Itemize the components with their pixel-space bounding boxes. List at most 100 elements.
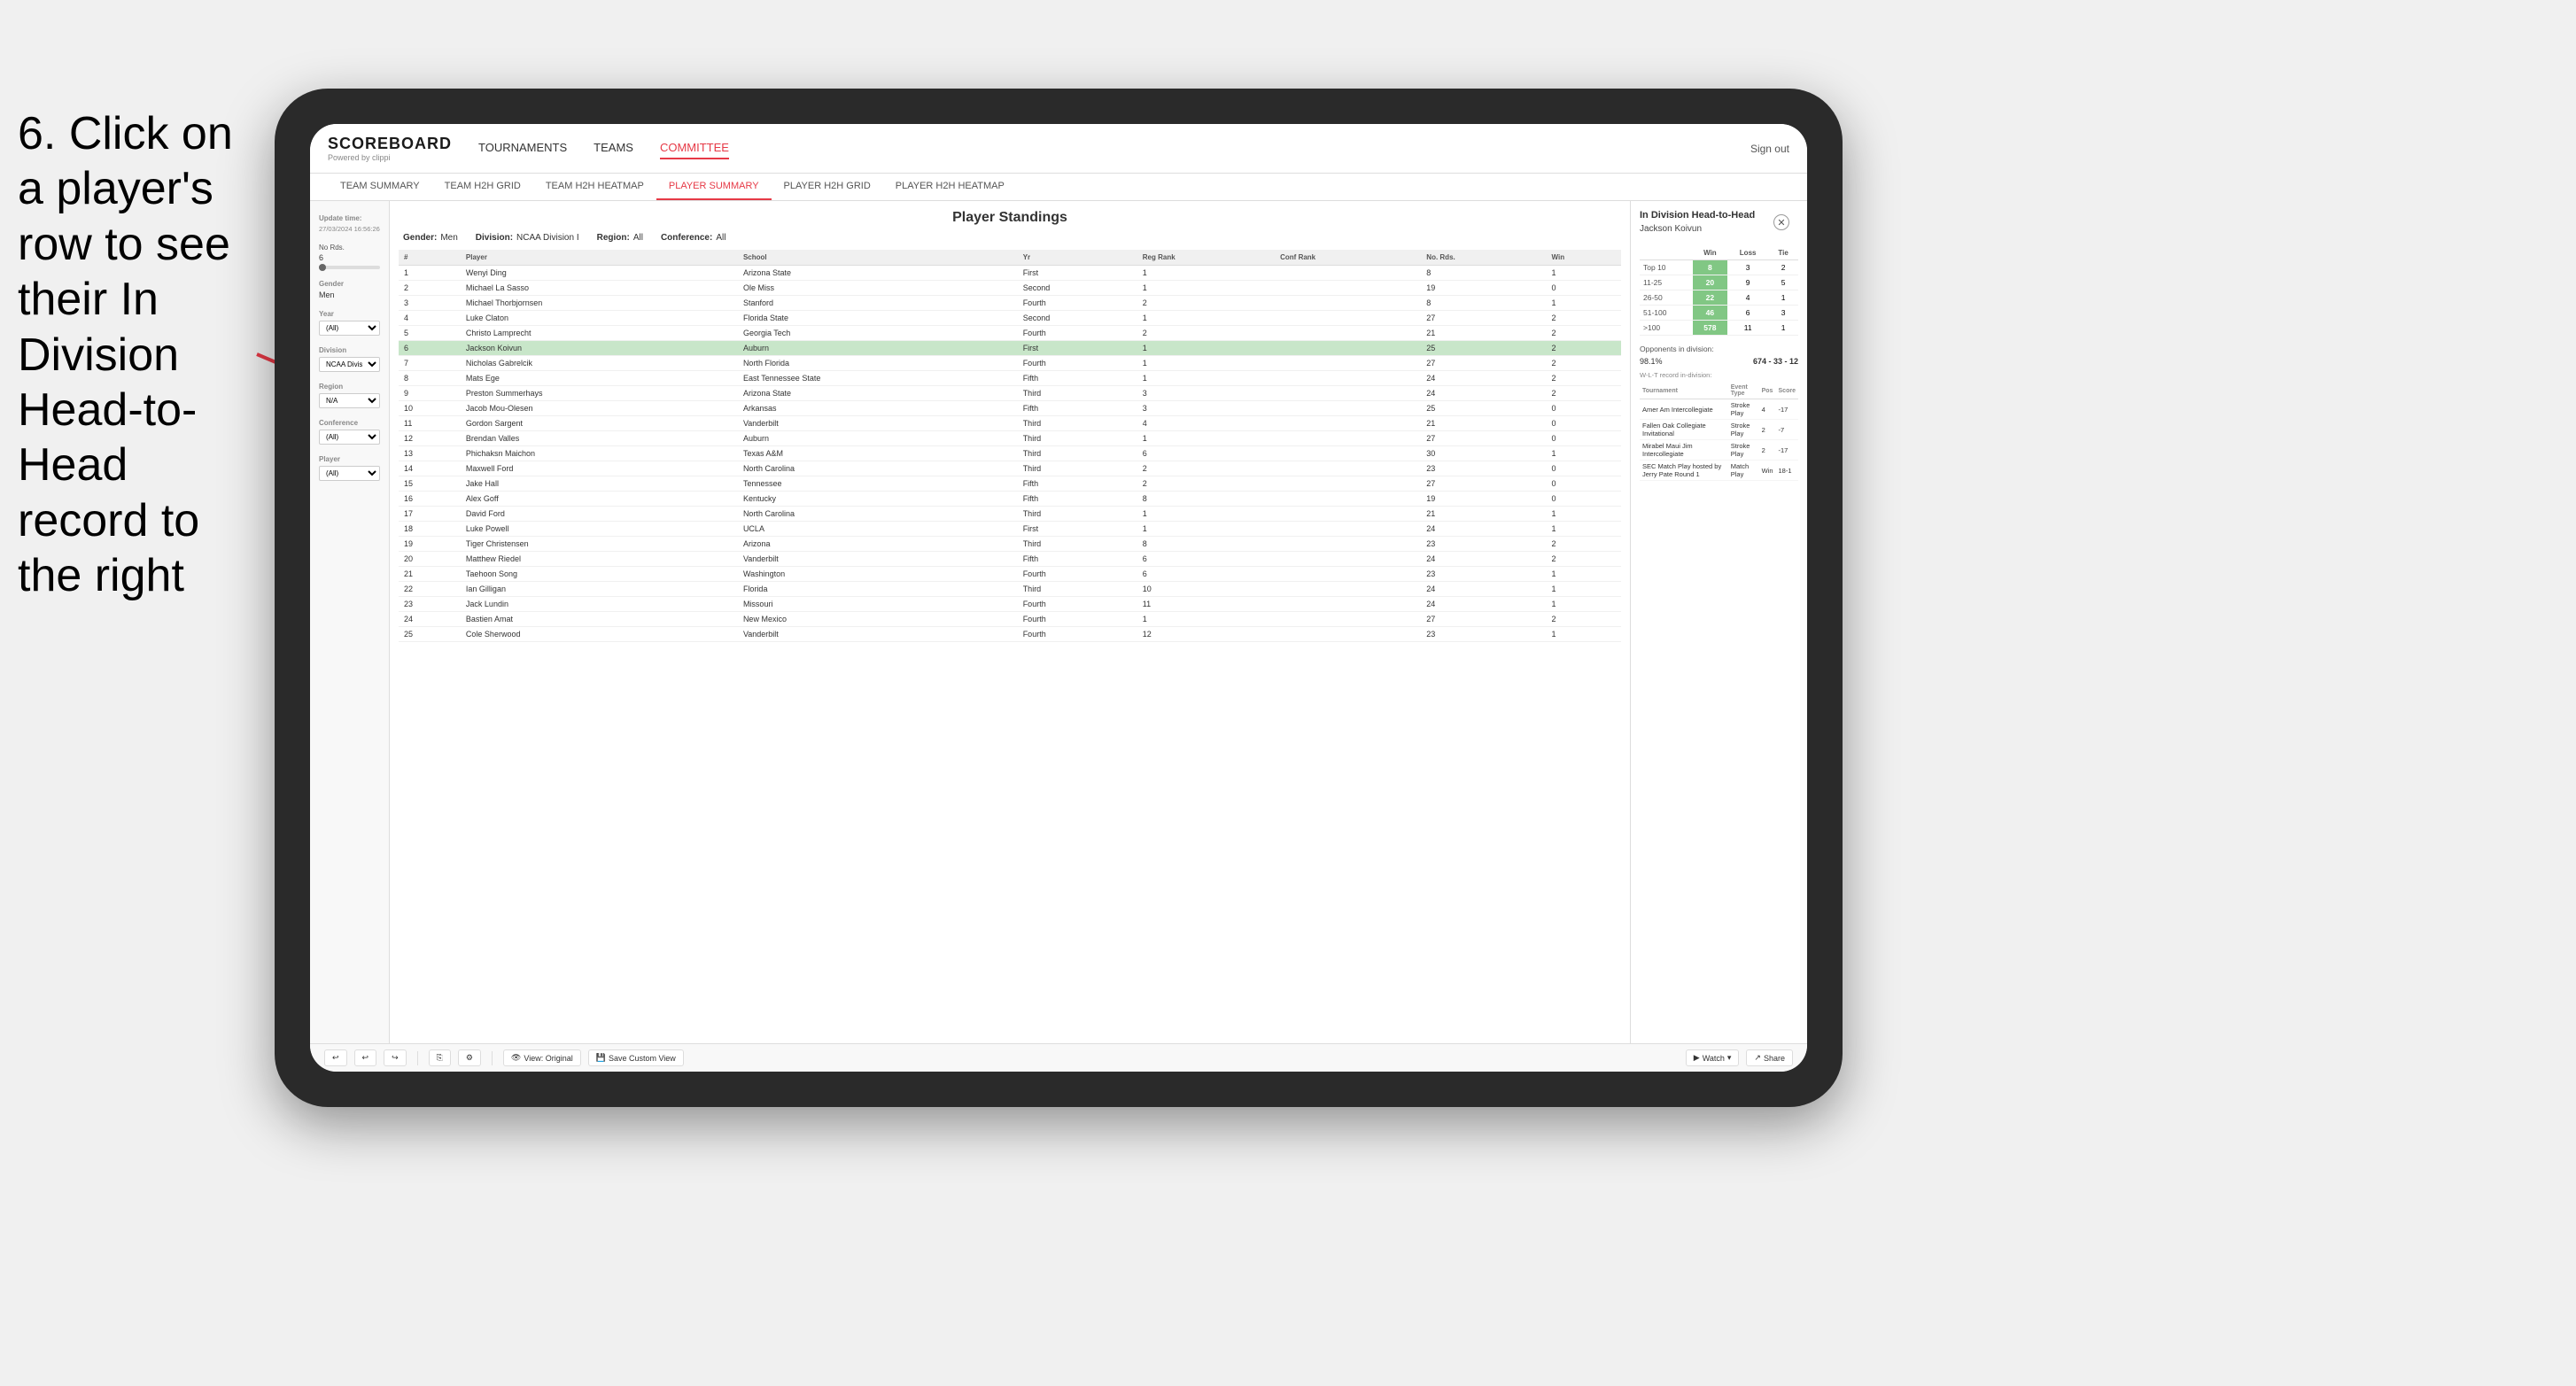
cell-rank: 23 [399,597,461,612]
table-row[interactable]: 1 Wenyi Ding Arizona State First 1 8 1 [399,266,1621,281]
tournament-row: Mirabel Maui Jim Intercollegiate Stroke … [1640,440,1798,461]
sign-out-link[interactable]: Sign out [1750,143,1789,155]
redo-button[interactable]: ↩ [354,1049,377,1066]
table-row[interactable]: 20 Matthew Riedel Vanderbilt Fifth 6 24 … [399,552,1621,567]
cell-reg-rank: 1 [1137,612,1275,627]
share-label: Share [1764,1054,1785,1063]
cell-conf-rank [1275,582,1421,597]
settings-button[interactable]: ⚙ [458,1049,481,1066]
table-row[interactable]: 5 Christo Lamprecht Georgia Tech Fourth … [399,326,1621,341]
cell-rank: 11 [399,416,461,431]
cell-player: David Ford [461,507,738,522]
cell-school: Georgia Tech [738,326,1018,341]
filter-row: Gender: Men Division: NCAA Division I Re… [399,233,1621,243]
table-row[interactable]: 7 Nicholas Gabrelcik North Florida Fourt… [399,356,1621,371]
cell-no-rds: 19 [1421,492,1546,507]
undo-button[interactable]: ↩ [324,1049,347,1066]
cell-reg-rank: 1 [1137,522,1275,537]
table-row[interactable]: 21 Taehoon Song Washington Fourth 6 23 1 [399,567,1621,582]
cell-no-rds: 21 [1421,416,1546,431]
tab-player-h2h-heatmap[interactable]: PLAYER H2H HEATMAP [883,174,1017,200]
cell-yr: Fourth [1018,296,1137,311]
table-row[interactable]: 22 Ian Gilligan Florida Third 10 24 1 [399,582,1621,597]
table-row[interactable]: 4 Luke Claton Florida State Second 1 27 … [399,311,1621,326]
table-row[interactable]: 18 Luke Powell UCLA First 1 24 1 [399,522,1621,537]
table-row[interactable]: 16 Alex Goff Kentucky Fifth 8 19 0 [399,492,1621,507]
cell-rank: 13 [399,446,461,461]
nav-right: Sign out [1750,143,1789,155]
cell-no-rds: 21 [1421,507,1546,522]
cell-win: 0 [1546,431,1621,446]
cell-conf-rank [1275,627,1421,642]
conference-select[interactable]: (All) [319,430,380,445]
cell-school: Texas A&M [738,446,1018,461]
h2h-player: Jackson Koivun [1640,224,1755,234]
cell-win: 2 [1546,371,1621,386]
table-row[interactable]: 23 Jack Lundin Missouri Fourth 11 24 1 [399,597,1621,612]
cell-school: Washington [738,567,1018,582]
save-custom-button[interactable]: 💾 Save Custom View [588,1049,684,1066]
year-select[interactable]: (All) [319,321,380,336]
cell-win: 0 [1546,461,1621,476]
cell-win: 0 [1546,476,1621,492]
filter-region: Region: All [597,233,643,243]
cell-win: 0 [1546,416,1621,431]
share-button[interactable]: ↗ Share [1746,1049,1793,1066]
table-row[interactable]: 15 Jake Hall Tennessee Fifth 2 27 0 [399,476,1621,492]
tournament-row: Amer Am Intercollegiate Stroke Play 4 -1… [1640,399,1798,420]
rds-slider-track[interactable] [319,266,380,269]
opponents-section: Opponents in division: [1640,345,1798,353]
nav-committee[interactable]: COMMITTEE [660,137,729,159]
nav-tournaments[interactable]: TOURNAMENTS [478,137,567,159]
tab-team-h2h-heatmap[interactable]: TEAM H2H HEATMAP [533,174,656,200]
view-original-button[interactable]: 👁 View: Original [503,1049,581,1066]
forward-button[interactable]: ↪ [384,1049,407,1066]
table-row[interactable]: 13 Phichaksn Maichon Texas A&M Third 6 3… [399,446,1621,461]
cell-no-rds: 24 [1421,371,1546,386]
table-row[interactable]: 19 Tiger Christensen Arizona Third 8 23 … [399,537,1621,552]
player-select[interactable]: (All) [319,466,380,481]
table-row[interactable]: 8 Mats Ege East Tennessee State Fifth 1 … [399,371,1621,386]
table-row[interactable]: 11 Gordon Sargent Vanderbilt Third 4 21 … [399,416,1621,431]
h2h-table-header: Win Loss Tie [1640,246,1798,260]
cell-school: Vanderbilt [738,552,1018,567]
division-select[interactable]: NCAA Division I [319,357,380,372]
rds-slider-thumb[interactable] [319,264,326,271]
cell-school: Kentucky [738,492,1018,507]
table-row[interactable]: 2 Michael La Sasso Ole Miss Second 1 19 … [399,281,1621,296]
sidebar-conference: Conference (All) [319,419,380,445]
table-row[interactable]: 24 Bastien Amat New Mexico Fourth 1 27 2 [399,612,1621,627]
cell-yr: Third [1018,461,1137,476]
table-row[interactable]: 17 David Ford North Carolina Third 1 21 … [399,507,1621,522]
table-row[interactable]: 14 Maxwell Ford North Carolina Third 2 2… [399,461,1621,476]
cell-school: Arizona State [738,386,1018,401]
tab-team-summary[interactable]: TEAM SUMMARY [328,174,432,200]
t-col-score: Score [1776,383,1798,399]
t-name: Amer Am Intercollegiate [1640,399,1728,420]
t-name: Fallen Oak Collegiate Invitational [1640,420,1728,440]
t-score: -17 [1776,440,1798,461]
nav-teams[interactable]: TEAMS [594,137,633,159]
table-row[interactable]: 9 Preston Summerhays Arizona State Third… [399,386,1621,401]
table-row[interactable]: 12 Brendan Valles Auburn Third 1 27 0 [399,431,1621,446]
table-row[interactable]: 6 Jackson Koivun Auburn First 1 25 2 [399,341,1621,356]
copy-button[interactable]: ⎘ [429,1049,451,1066]
table-row[interactable]: 3 Michael Thorbjornsen Stanford Fourth 2… [399,296,1621,311]
h2h-label: >100 [1640,321,1693,336]
h2h-table-row: >100 578 11 1 [1640,321,1798,336]
h2h-title: In Division Head-to-Head [1640,210,1755,221]
tab-team-h2h-grid[interactable]: TEAM H2H GRID [432,174,533,200]
watch-icon: ▶ [1694,1053,1700,1063]
col-yr: Yr [1018,250,1137,266]
tab-player-h2h-grid[interactable]: PLAYER H2H GRID [772,174,883,200]
tab-player-summary[interactable]: PLAYER SUMMARY [656,174,772,200]
cell-rank: 10 [399,401,461,416]
watch-button[interactable]: ▶ Watch ▾ [1686,1049,1740,1066]
cell-reg-rank: 10 [1137,582,1275,597]
table-row[interactable]: 10 Jacob Mou-Olesen Arkansas Fifth 3 25 … [399,401,1621,416]
t-score: -17 [1776,399,1798,420]
table-row[interactable]: 25 Cole Sherwood Vanderbilt Fourth 12 23… [399,627,1621,642]
region-select[interactable]: N/A [319,393,380,408]
h2h-close-button[interactable]: ✕ [1773,214,1789,230]
conference-label: Conference [319,419,380,427]
